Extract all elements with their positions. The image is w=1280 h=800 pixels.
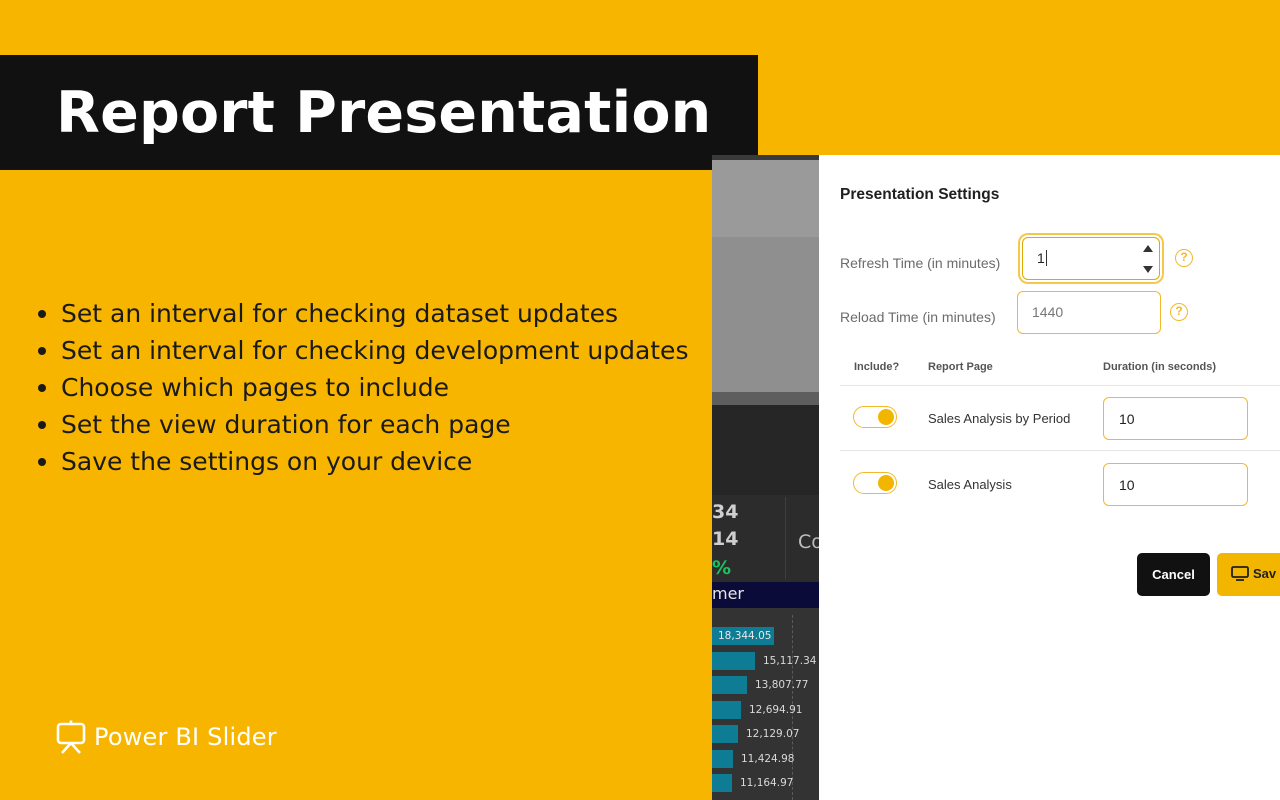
refresh-time-label: Refresh Time (in minutes): [840, 255, 1001, 271]
table-divider: [840, 450, 1280, 451]
bar-value-label: 18,344.05: [718, 630, 772, 642]
help-icon[interactable]: ?: [1175, 249, 1193, 267]
kpi-value: 34: [712, 501, 739, 523]
bullet-icon: [38, 310, 46, 318]
report-header: [712, 160, 819, 237]
cancel-button[interactable]: Cancel: [1137, 553, 1210, 596]
page-title: Report Presentation: [56, 80, 712, 146]
help-icon[interactable]: ?: [1170, 303, 1188, 321]
feature-list: Set an interval for checking dataset upd…: [36, 295, 688, 480]
refresh-time-value: 1: [1037, 250, 1045, 266]
column-header-report-page: Report Page: [928, 361, 993, 373]
feature-item: Set an interval for checking dataset upd…: [36, 295, 688, 332]
kpi-divider: [785, 497, 786, 579]
feature-text: Save the settings on your device: [61, 447, 473, 476]
bullet-icon: [38, 458, 46, 466]
bar-value-label: 11,424.98: [741, 752, 795, 765]
report-page-name: Sales Analysis by Period: [928, 411, 1071, 426]
bullet-icon: [38, 384, 46, 392]
bullet-icon: [38, 421, 46, 429]
column-header-include: Include?: [854, 361, 900, 373]
app-screenshot: 34 14 % Co mer 18,344.05 15,117.34 13,807.…: [712, 155, 1280, 800]
toggle-knob: [878, 474, 894, 491]
bar-chart-bar: [712, 725, 738, 743]
duration-input[interactable]: 10: [1103, 463, 1248, 506]
report-dark-area: [712, 405, 819, 495]
bar-chart-bar: [712, 676, 747, 694]
brand-logo: Power BI Slider: [56, 720, 277, 754]
settings-title: Presentation Settings: [840, 186, 1000, 203]
settings-panel: Presentation Settings Refresh Time (in m…: [819, 160, 1280, 800]
bar-value-label: 11,164.97: [740, 777, 794, 789]
bar-chart-bar: [712, 651, 755, 670]
column-header-duration: Duration (in seconds): [1103, 361, 1217, 373]
feature-text: Choose which pages to include: [61, 373, 450, 402]
monitor-icon: [1231, 566, 1249, 581]
bullet-icon: [38, 347, 46, 355]
bar-value-label: 15,117.34: [763, 654, 817, 667]
feature-item: Save the settings on your device: [36, 443, 688, 480]
bar-value-label: 12,694.91: [749, 703, 803, 716]
save-button[interactable]: Sav: [1217, 553, 1280, 596]
kpi-percent: %: [712, 557, 732, 579]
report-page-name: Sales Analysis: [928, 477, 1012, 492]
feature-item: Choose which pages to include: [36, 369, 688, 406]
report-background: 34 14 % Co mer 18,344.05 15,117.34 13,807.…: [712, 155, 819, 800]
kpi-value: 14: [712, 528, 739, 550]
reload-time-label: Reload Time (in minutes): [840, 309, 996, 325]
refresh-time-input[interactable]: 1: [1022, 237, 1160, 280]
bar-chart-bar: [712, 749, 733, 768]
brand-name: Power BI Slider: [94, 723, 277, 751]
bar-value-label: 12,129.07: [746, 728, 800, 740]
feature-text: Set an interval for checking dataset upd…: [61, 299, 619, 328]
bar-chart-bar: [712, 700, 741, 719]
spin-down-icon[interactable]: [1143, 266, 1153, 273]
presentation-board-icon: [56, 720, 86, 754]
include-toggle[interactable]: [853, 406, 897, 428]
bar-chart-bar: [712, 774, 732, 792]
feature-item: Set the view duration for each page: [36, 406, 688, 443]
feature-item: Set an interval for checking development…: [36, 332, 688, 369]
reload-time-input[interactable]: 1440: [1017, 291, 1161, 334]
include-toggle[interactable]: [853, 472, 897, 494]
chart-header-text: mer: [712, 584, 745, 603]
toggle-knob: [878, 408, 894, 425]
save-label: Sav: [1253, 566, 1277, 581]
report-divider: [712, 392, 819, 405]
duration-input[interactable]: 10: [1103, 397, 1248, 440]
feature-text: Set an interval for checking development…: [61, 336, 689, 365]
bar-value-label: 13,807.77: [755, 679, 809, 691]
kpi-label: Co: [798, 531, 819, 553]
table-divider: [840, 385, 1280, 386]
spin-up-icon[interactable]: [1143, 245, 1153, 252]
text-caret: [1045, 250, 1047, 266]
number-spinner[interactable]: [1143, 243, 1153, 275]
report-slicer-area: [712, 237, 819, 392]
feature-text: Set the view duration for each page: [61, 410, 511, 439]
